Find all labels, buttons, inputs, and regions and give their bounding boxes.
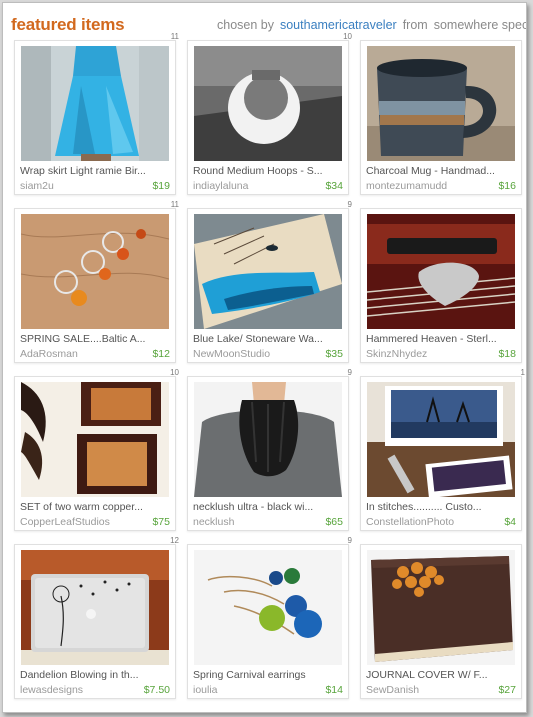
item-price: $16: [498, 180, 516, 192]
item-price: $18: [498, 348, 516, 360]
page-title: featured items: [11, 15, 125, 34]
item-shop[interactable]: AdaRosman: [20, 348, 78, 360]
item-shop[interactable]: NewMoonStudio: [193, 348, 270, 360]
item-image-amber-rings[interactable]: [21, 214, 169, 329]
item-card[interactable]: 11 Wrap skirt Light ramie Bir... siam2u …: [14, 32, 179, 195]
item-count: 10: [170, 368, 179, 377]
item-title[interactable]: In stitches.......... Custo...: [366, 501, 516, 513]
item-title[interactable]: Hammered Heaven - Sterl...: [366, 333, 516, 345]
item-card[interactable]: Hammered Heaven - Sterl... SkinzNhydez $…: [360, 208, 522, 363]
curator-link[interactable]: southamericatraveler: [280, 18, 397, 32]
item-price: $35: [325, 348, 343, 360]
item-price: $19: [152, 180, 170, 192]
item-count: 9: [347, 200, 352, 209]
item-shop[interactable]: ConstellationPhoto: [366, 516, 454, 528]
item-count: 11: [170, 32, 179, 41]
item-price: $7.50: [143, 684, 170, 696]
item-shop[interactable]: montezumamudd: [366, 180, 447, 192]
item-image-blue-wrap-skirt[interactable]: [21, 46, 169, 161]
item-shop[interactable]: siam2u: [20, 180, 54, 192]
item-card[interactable]: 12 Dandelion Blowing in th... lewasdesig…: [14, 536, 179, 699]
item-image-dandelion-laptop-decal[interactable]: [21, 550, 169, 665]
item-price: $14: [325, 684, 343, 696]
item-count: 9: [347, 536, 352, 545]
item-price: $34: [325, 180, 343, 192]
item-price: $75: [152, 516, 170, 528]
item-count: 11: [170, 200, 179, 209]
item-image-tree-photo-cards[interactable]: [367, 382, 515, 497]
item-card[interactable]: Charcoal Mug - Handmad... montezumamudd …: [360, 40, 522, 195]
item-count: 10: [343, 32, 352, 41]
item-title[interactable]: Dandelion Blowing in th...: [20, 669, 170, 681]
header: featured items chosen by southamericatrav…: [11, 15, 526, 39]
item-image-copper-leaf-art[interactable]: [21, 382, 169, 497]
item-card[interactable]: JOURNAL COVER W/ F... SewDanish $27: [360, 544, 522, 699]
item-title[interactable]: necklush ultra - black wi...: [193, 501, 343, 513]
item-image-silver-hoop[interactable]: [194, 46, 342, 161]
item-price: $27: [498, 684, 516, 696]
item-price: $65: [325, 516, 343, 528]
item-title[interactable]: SPRING SALE....Baltic A...: [20, 333, 170, 345]
item-count: 9: [347, 368, 352, 377]
item-card[interactable]: 10 SET of two warm copper... CopperLeafS…: [14, 368, 179, 531]
item-image-guitar-pick[interactable]: [367, 214, 515, 329]
item-shop[interactable]: ioulia: [193, 684, 218, 696]
item-title[interactable]: Wrap skirt Light ramie Bir...: [20, 165, 170, 177]
item-shop[interactable]: CopperLeafStudios: [20, 516, 110, 528]
item-image-bead-earrings[interactable]: [194, 550, 342, 665]
from-text: somewhere specia: [433, 18, 526, 32]
item-price: $12: [152, 348, 170, 360]
curator-line: chosen by southamericatraveler from somewhe…: [217, 18, 526, 32]
item-title[interactable]: Blue Lake/ Stoneware Wa...: [193, 333, 343, 345]
item-shop[interactable]: SkinzNhydez: [366, 348, 427, 360]
item-shop[interactable]: lewasdesigns: [20, 684, 83, 696]
item-card[interactable]: 9 Spring Carnival earrings ioulia $14: [187, 536, 352, 699]
item-price: $4: [504, 516, 516, 528]
item-image-blue-lake-tile[interactable]: [194, 214, 342, 329]
item-title[interactable]: Charcoal Mug - Handmad...: [366, 165, 516, 177]
item-card[interactable]: 10 Round Medium Hoops - S... indiaylalun…: [187, 32, 352, 195]
featured-items-panel: featured items chosen by southamericatrav…: [2, 2, 527, 713]
chosen-by-label: chosen by: [217, 18, 274, 32]
item-title[interactable]: JOURNAL COVER W/ F...: [366, 669, 516, 681]
from-label: from: [402, 18, 428, 32]
item-title[interactable]: SET of two warm copper...: [20, 501, 170, 513]
item-card[interactable]: 9 Blue Lake/ Stoneware Wa... NewMoonStud…: [187, 200, 352, 363]
item-count: 12: [170, 536, 179, 545]
item-count: 1: [520, 368, 525, 377]
item-title[interactable]: Round Medium Hoops - S...: [193, 165, 343, 177]
item-card[interactable]: 11 SPRING SALE....Baltic A... AdaRosman …: [14, 200, 179, 363]
item-card[interactable]: 1 In stitches.......... Custo... Constel…: [360, 368, 525, 531]
item-shop[interactable]: necklush: [193, 516, 234, 528]
item-image-black-scarf-necklace[interactable]: [194, 382, 342, 497]
item-shop[interactable]: SewDanish: [366, 684, 419, 696]
item-image-journal-cover[interactable]: [367, 550, 515, 665]
item-title[interactable]: Spring Carnival earrings: [193, 669, 343, 681]
item-image-charcoal-mug[interactable]: [367, 46, 515, 161]
item-shop[interactable]: indiaylaluna: [193, 180, 248, 192]
item-card[interactable]: 9 necklush ultra - black wi... necklush …: [187, 368, 352, 531]
